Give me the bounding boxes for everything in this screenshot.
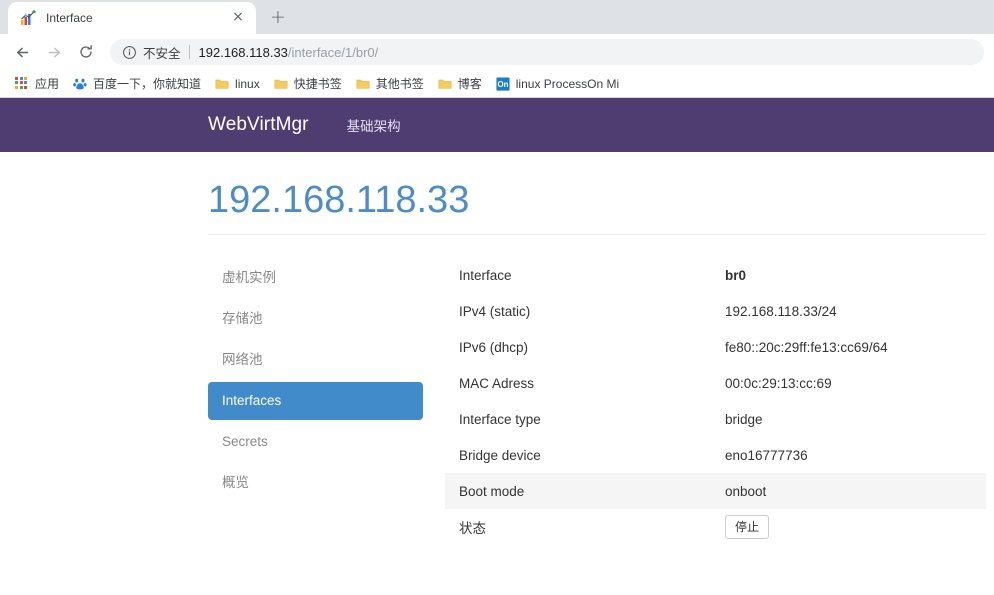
- table-row: Interface br0: [445, 257, 986, 293]
- app-navbar: WebVirtMgr 基础架构: [0, 98, 994, 152]
- main-container: 192.168.118.33 虚机实例 存储池 网络池 Interfaces S…: [0, 152, 994, 545]
- row-label: 状态: [459, 521, 486, 536]
- browser-tab[interactable]: Interface ×: [8, 2, 256, 34]
- navbar-link-infrastructure[interactable]: 基础架构: [347, 115, 401, 135]
- page-content: WebVirtMgr 基础架构 192.168.118.33 虚机实例 存储池 …: [0, 98, 994, 545]
- bookmarks-bar: 应用 百度一下，你就知道 linux 快捷书签 其他书签 博客 On linux…: [0, 70, 994, 98]
- bookmark-linux[interactable]: linux: [208, 73, 267, 95]
- row-value: fe80::20c:29ff:fe13:cc69/64: [725, 339, 888, 355]
- interface-detail-panel: Interface br0 IPv4 (static) 192.168.118.…: [445, 257, 986, 545]
- row-label: MAC Adress: [459, 375, 535, 391]
- table-row: Bridge device eno16777736: [445, 437, 986, 473]
- interface-detail-table: Interface br0 IPv4 (static) 192.168.118.…: [445, 257, 986, 545]
- row-label: Interface type: [459, 411, 541, 427]
- bookmark-label: linux ProcessOn Mi: [515, 76, 620, 91]
- bookmark-processon[interactable]: On linux ProcessOn Mi: [489, 73, 626, 95]
- tab-strip: Interface × +: [0, 0, 994, 34]
- table-row: 状态 停止: [445, 509, 986, 545]
- baidu-icon: [73, 77, 87, 91]
- row-label: Bridge device: [459, 447, 541, 463]
- row-label: Interface: [459, 267, 512, 283]
- sidebar-item-secrets[interactable]: Secrets: [208, 423, 423, 461]
- row-value: eno16777736: [725, 447, 808, 463]
- forward-arrow-icon: [40, 38, 68, 66]
- bookmark-other[interactable]: 其他书签: [349, 73, 431, 95]
- sidebar-item-overview[interactable]: 概览: [208, 464, 423, 502]
- bookmark-apps[interactable]: 应用: [8, 73, 66, 95]
- sidebar-nav: 虚机实例 存储池 网络池 Interfaces Secrets 概览: [208, 257, 423, 505]
- row-label: IPv6 (dhcp): [459, 339, 529, 355]
- new-tab-button[interactable]: +: [264, 4, 292, 32]
- sidebar-item-interfaces[interactable]: Interfaces: [208, 382, 423, 420]
- security-status-label: 不安全: [143, 46, 181, 61]
- table-row: MAC Adress 00:0c:29:13:cc:69: [445, 365, 986, 401]
- folder-icon: [215, 77, 229, 91]
- close-icon[interactable]: ×: [230, 10, 246, 26]
- apps-grid-icon: [15, 76, 29, 91]
- bookmark-label: linux: [235, 76, 260, 91]
- chart-favicon: [20, 10, 36, 26]
- sidebar-item-instances[interactable]: 虚机实例: [208, 259, 423, 297]
- omnibox-divider: [188, 45, 190, 59]
- bookmark-baidu[interactable]: 百度一下，你就知道: [66, 73, 208, 95]
- table-row: IPv4 (static) 192.168.118.33/24: [445, 293, 986, 329]
- browser-toolbar: 不安全 192.168.118.33/interface/1/br0/: [0, 34, 994, 70]
- table-row: Interface type bridge: [445, 401, 986, 437]
- bookmark-label: 其他书签: [375, 76, 424, 91]
- url-path: /interface/1/br0/: [287, 44, 379, 60]
- navbar-brand[interactable]: WebVirtMgr: [208, 114, 309, 136]
- url-text: 192.168.118.33/interface/1/br0/: [199, 45, 379, 60]
- sidebar-item-networks[interactable]: 网络池: [208, 341, 423, 379]
- svg-text:On: On: [497, 80, 508, 89]
- page-header: 192.168.118.33: [208, 152, 986, 235]
- row-value: bridge: [725, 411, 763, 427]
- reload-icon[interactable]: [72, 38, 100, 66]
- tab-title: Interface: [46, 11, 93, 25]
- bookmark-label: 快捷书签: [293, 76, 342, 91]
- page-title: 192.168.118.33: [208, 179, 470, 221]
- bookmark-label: 博客: [457, 76, 482, 91]
- body-row: 虚机实例 存储池 网络池 Interfaces Secrets 概览 Inter…: [208, 257, 986, 545]
- row-label: Boot mode: [459, 483, 525, 499]
- row-value: 00:0c:29:13:cc:69: [725, 375, 832, 391]
- info-circle-icon[interactable]: [122, 45, 137, 60]
- row-value: br0: [725, 267, 747, 283]
- back-arrow-icon[interactable]: [8, 38, 36, 66]
- url-host: 192.168.118.33: [198, 44, 288, 60]
- bookmark-quick[interactable]: 快捷书签: [267, 73, 349, 95]
- folder-icon: [274, 77, 288, 91]
- sidebar-item-storage-pools[interactable]: 存储池: [208, 300, 423, 338]
- folder-icon: [438, 77, 452, 91]
- address-bar[interactable]: 不安全 192.168.118.33/interface/1/br0/: [110, 39, 984, 65]
- folder-icon: [356, 77, 370, 91]
- stop-interface-button[interactable]: 停止: [725, 515, 770, 539]
- bookmark-blog[interactable]: 博客: [431, 73, 489, 95]
- bookmark-label: 应用: [35, 76, 60, 91]
- row-label: IPv4 (static): [459, 303, 531, 319]
- bookmark-label: 百度一下，你就知道: [93, 76, 202, 91]
- browser-chrome: Interface × + 不安全 192.168.118.33/interfa…: [0, 0, 994, 98]
- row-value-status: 停止: [711, 509, 986, 545]
- row-value: 192.168.118.33/24: [725, 303, 837, 319]
- table-row: Boot mode onboot: [445, 473, 986, 509]
- row-value: onboot: [725, 483, 767, 499]
- processon-icon: On: [496, 76, 510, 91]
- table-row: IPv6 (dhcp) fe80::20c:29ff:fe13:cc69/64: [445, 329, 986, 365]
